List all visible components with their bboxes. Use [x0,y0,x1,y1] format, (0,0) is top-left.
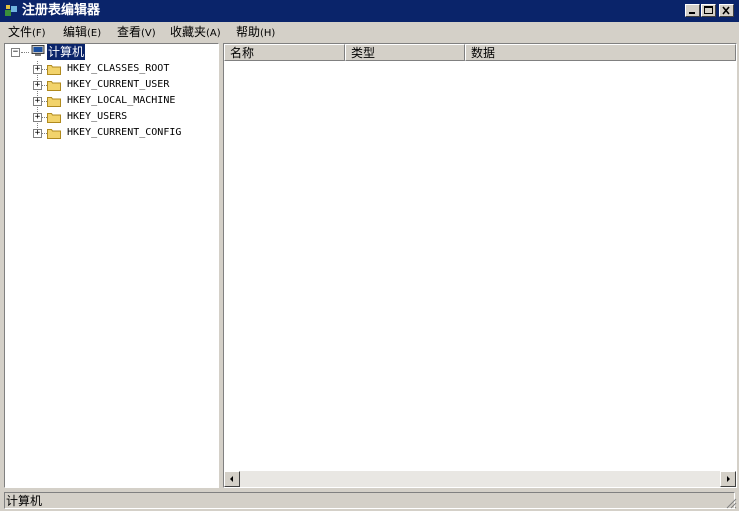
folder-icon [47,129,61,139]
tree-item[interactable]: + HKEY_CURRENT_USER [31,77,211,93]
computer-icon [31,45,45,56]
tree-root-label: 计算机 [47,44,86,60]
folder-icon [47,81,61,91]
tree-item-label: HKEY_CLASSES_ROOT [67,63,170,74]
scroll-right-button[interactable] [720,471,736,487]
menu-view-label: 查看 [117,25,142,39]
close-icon [722,6,730,15]
tree-item-label: HKEY_LOCAL_MACHINE [67,95,176,106]
menu-help-accel: (H) [260,28,276,39]
tree-root-computer[interactable]: − 计算机 [11,44,211,60]
folder-icon [47,113,61,123]
values-list[interactable]: 名称 类型 数据 [223,43,737,488]
close-button[interactable] [719,4,734,17]
arrow-left-icon [230,476,233,482]
regedit-icon [5,5,17,16]
status-text: 计算机 [4,492,735,509]
menu-favorites[interactable]: 收藏夹(A) [170,24,221,40]
minimize-icon [689,12,695,14]
resize-grip-icon[interactable] [725,497,737,509]
registry-tree[interactable]: − 计算机 + HKEY_CLASSES_ROOT + HKEY_CURRENT… [4,43,219,488]
menu-view-accel: (V) [141,28,156,39]
tree-item[interactable]: + HKEY_LOCAL_MACHINE [31,93,211,109]
scroll-left-button[interactable] [224,471,240,487]
maximize-icon [704,6,713,14]
expand-toggle[interactable]: + [33,113,42,122]
tree-item-label: HKEY_CURRENT_CONFIG [67,127,182,138]
column-header-name[interactable]: 名称 [224,44,345,61]
menu-file-accel: (F) [32,28,46,39]
maximize-button[interactable] [701,4,716,17]
column-header-type[interactable]: 类型 [345,44,465,61]
menu-edit[interactable]: 编辑(E) [63,24,101,40]
menu-file[interactable]: 文件(F) [8,24,46,40]
horizontal-scrollbar[interactable] [224,471,736,487]
column-header-data[interactable]: 数据 [465,44,736,61]
menu-help-label: 帮助 [236,25,261,39]
folder-icon [47,65,61,75]
menu-view[interactable]: 查看(V) [117,24,156,40]
menu-favorites-accel: (A) [206,28,221,39]
menu-bar: 文件(F) 编辑(E) 查看(V) 收藏夹(A) 帮助(H) [0,22,739,42]
title-bar[interactable]: 注册表编辑器 [0,0,739,22]
expand-toggle[interactable]: + [33,129,42,138]
arrow-right-icon [727,476,730,482]
tree-item[interactable]: + HKEY_USERS [31,109,211,125]
tree-item[interactable]: + HKEY_CLASSES_ROOT [31,61,211,77]
menu-favorites-label: 收藏夹 [170,25,207,39]
menu-edit-label: 编辑 [63,25,88,39]
minimize-button[interactable] [685,4,700,17]
expand-toggle[interactable]: + [33,65,42,74]
collapse-toggle[interactable]: − [11,48,20,57]
tree-item[interactable]: + HKEY_CURRENT_CONFIG [31,125,211,141]
tree-item-label: HKEY_USERS [67,111,128,122]
menu-help[interactable]: 帮助(H) [236,24,275,40]
window-title: 注册表编辑器 [22,3,101,18]
tree-item-label: HKEY_CURRENT_USER [67,79,170,90]
menu-file-label: 文件 [8,25,33,39]
menu-edit-accel: (E) [87,28,102,39]
status-bar: 计算机 [0,490,739,511]
expand-toggle[interactable]: + [33,97,42,106]
expand-toggle[interactable]: + [33,81,42,90]
folder-icon [47,97,61,107]
